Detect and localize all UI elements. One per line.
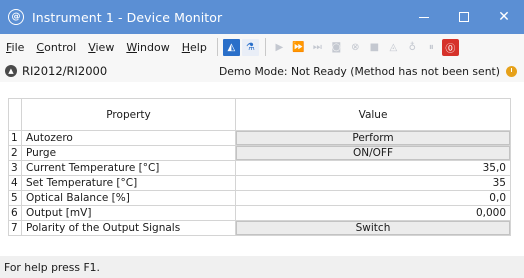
property-name: Set Temperature [°C] xyxy=(21,175,236,191)
emergency-stop-icon[interactable]: ⓪ xyxy=(441,38,459,56)
row-index: 3 xyxy=(8,160,22,176)
table-row: 2 Purge ON/OFF xyxy=(8,145,511,161)
value-cell: Perform xyxy=(235,130,511,146)
device-name: RI2012/RI2000 xyxy=(22,64,108,78)
current-temperature-value: 35,0 xyxy=(235,160,511,176)
property-name: Current Temperature [°C] xyxy=(21,160,236,176)
close-button[interactable]: ✕ xyxy=(484,0,524,34)
camera-icon[interactable]: ◙ xyxy=(328,39,345,56)
device-properties-panel: Property Value 1 Autozero Perform 2 Purg… xyxy=(0,82,524,256)
status-text: For help press F1. xyxy=(4,260,100,274)
menu-mnemonic: F xyxy=(6,40,12,54)
status-bar: For help press F1. xyxy=(0,256,524,278)
menu-file[interactable]: File xyxy=(0,41,30,54)
maximize-icon xyxy=(459,12,469,22)
polarity-switch-button[interactable]: Switch xyxy=(236,221,510,235)
value-header: Value xyxy=(235,98,511,131)
close-icon: ✕ xyxy=(498,9,510,25)
run-icon[interactable]: ▶ xyxy=(271,39,288,56)
step-icon[interactable]: ⏭ xyxy=(309,39,326,56)
property-header: Property xyxy=(21,98,236,131)
table-row: 1 Autozero Perform xyxy=(8,130,511,146)
index-header xyxy=(8,98,22,131)
value-cell: Switch xyxy=(235,220,511,236)
mode-status: Demo Mode: Not Ready (Method has not bee… xyxy=(218,64,500,78)
row-index: 7 xyxy=(8,220,22,236)
cancel-icon[interactable]: ⊗ xyxy=(347,39,364,56)
row-index: 1 xyxy=(8,130,22,146)
window-title: Instrument 1 - Device Monitor xyxy=(32,9,223,25)
row-index: 2 xyxy=(8,145,22,161)
menu-help[interactable]: Help xyxy=(176,41,213,54)
row-index: 5 xyxy=(8,190,22,206)
window-controls: ✕ xyxy=(404,0,524,34)
property-name: Autozero xyxy=(21,130,236,146)
table-header-row: Property Value xyxy=(8,98,511,131)
stop-square-icon[interactable]: ■ xyxy=(366,39,383,56)
menu-mnemonic: W xyxy=(126,40,137,54)
property-name: Optical Balance [%] xyxy=(21,190,236,206)
table-row: 7 Polarity of the Output Signals Switch xyxy=(8,220,511,236)
maximize-button[interactable] xyxy=(444,0,484,34)
autozero-perform-button[interactable]: Perform xyxy=(236,131,510,145)
minimize-button[interactable] xyxy=(404,0,444,34)
collapse-chevron-icon[interactable]: ▲ xyxy=(5,65,17,77)
table-row: 5 Optical Balance [%] 0,0 xyxy=(8,190,511,206)
purge-toggle-button[interactable]: ON/OFF xyxy=(236,146,510,160)
menu-bar: File Control View Window Help ◭ ⚗ ▶ ⏩ ⏭ … xyxy=(0,34,524,60)
flask-icon[interactable]: ◬ xyxy=(385,39,402,56)
app-icon[interactable]: @ xyxy=(8,9,24,25)
value-cell: ON/OFF xyxy=(235,145,511,161)
pause-icon[interactable]: ⏸ xyxy=(423,39,440,56)
menu-mnemonic: C xyxy=(36,40,45,54)
row-index: 4 xyxy=(8,175,22,191)
menu-mnemonic: H xyxy=(181,40,190,54)
instrument-flask-icon[interactable]: ⚗ xyxy=(241,38,259,56)
title-bar: @ Instrument 1 - Device Monitor ✕ xyxy=(0,0,524,34)
toolbar-separator xyxy=(264,38,266,56)
set-temperature-value[interactable]: 35 xyxy=(235,175,511,191)
property-name: Polarity of the Output Signals xyxy=(21,220,236,236)
device-header: ▲ RI2012/RI2000 Demo Mode: Not Ready (Me… xyxy=(0,60,524,82)
menu-control[interactable]: Control xyxy=(30,41,82,54)
menu-mnemonic: V xyxy=(88,40,96,54)
instrument-blue-icon[interactable]: ◭ xyxy=(222,38,240,56)
minimize-icon xyxy=(419,16,429,18)
fast-forward-icon[interactable]: ⏩ xyxy=(290,39,307,56)
optical-balance-value: 0,0 xyxy=(235,190,511,206)
menu-view[interactable]: View xyxy=(82,41,120,54)
menu-window[interactable]: Window xyxy=(120,41,175,54)
property-name: Output [mV] xyxy=(21,205,236,221)
output-value: 0,000 xyxy=(235,205,511,221)
properties-table: Property Value 1 Autozero Perform 2 Purg… xyxy=(8,98,511,236)
table-row: 6 Output [mV] 0,000 xyxy=(8,205,511,221)
clock-icon xyxy=(506,65,517,77)
row-index: 6 xyxy=(8,205,22,221)
property-name: Purge xyxy=(21,145,236,161)
table-row: 4 Set Temperature [°C] 35 xyxy=(8,175,511,191)
lamp-icon[interactable]: ♁ xyxy=(404,39,421,56)
table-row: 3 Current Temperature [°C] 35,0 xyxy=(8,160,511,176)
toolbar-separator xyxy=(216,38,218,56)
